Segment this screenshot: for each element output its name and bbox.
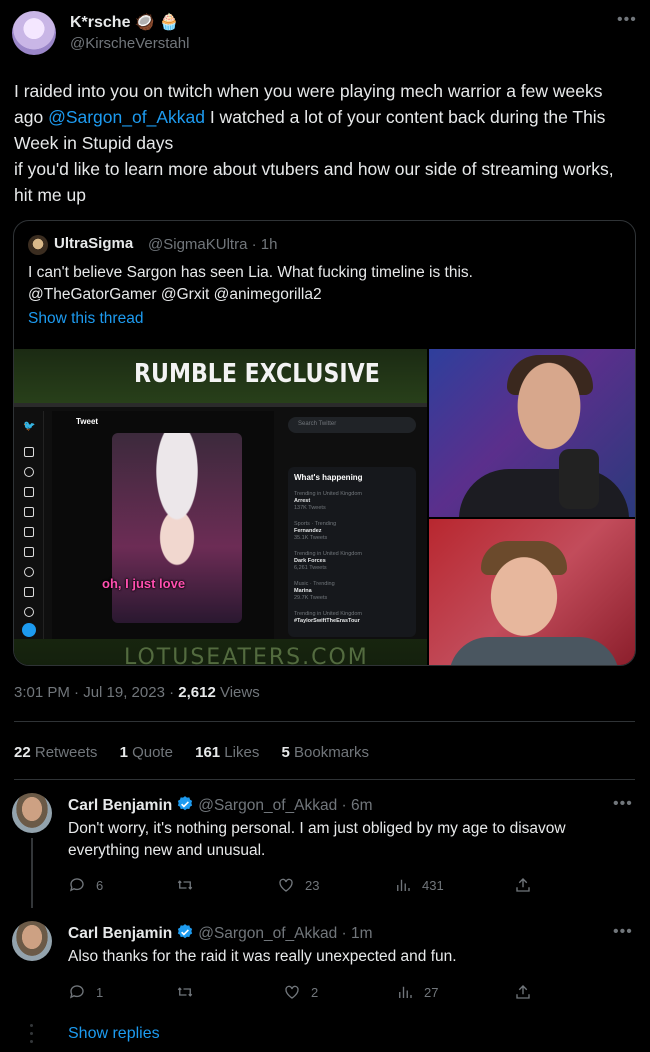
- tweet-meta: 3:01 PM · Jul 19, 2023 · 2,612 Views: [14, 684, 260, 701]
- verified-badge-icon: [178, 796, 193, 811]
- guest-photo: [429, 519, 635, 665]
- comment-icon: [69, 878, 84, 892]
- heart-icon: [285, 985, 299, 999]
- divider: [14, 779, 635, 780]
- author-handle[interactable]: @KirscheVerstahl: [70, 35, 189, 52]
- like-button[interactable]: 2: [283, 983, 318, 1001]
- tweet-text-part: if you'd like to learn more about vtuber…: [14, 159, 614, 205]
- quoted-media[interactable]: RUMBLE EXCLUSIVE 🐦 Tweet oh, I just love…: [14, 349, 635, 666]
- trend-item: Trending in United Kingdom Arrest 137K Twe…: [294, 491, 362, 511]
- quoted-text-line: I can't believe Sargon has seen Lia. Wha…: [28, 264, 473, 281]
- lotus-eaters-watermark: LOTUSEATERS.COM: [124, 645, 369, 666]
- thread-dot: [30, 1040, 33, 1043]
- retweet-button[interactable]: [176, 876, 194, 894]
- trend-item: Sports · Trending Fernandez 35.1K Tweets: [294, 521, 337, 541]
- comment-icon: [69, 985, 84, 999]
- reply-author[interactable]: Carl Benjamin @Sargon_of_Akkad · 6m: [68, 795, 373, 815]
- compose-icon: [22, 623, 36, 637]
- mail-icon: [24, 507, 34, 517]
- analytics-icon: [399, 986, 412, 998]
- share-button[interactable]: [514, 876, 532, 894]
- show-replies-link[interactable]: Show replies: [68, 1025, 160, 1043]
- quoted-author-avatar: [28, 235, 48, 255]
- likes-stat[interactable]: 161 Likes: [195, 744, 259, 761]
- browser-screenshot: 🐦 Tweet oh, I just love Search Twitter W…: [14, 403, 427, 639]
- profile-icon: [24, 587, 34, 597]
- views-label: Views: [215, 684, 260, 701]
- stream-screenshot: RUMBLE EXCLUSIVE 🐦 Tweet oh, I just love…: [14, 349, 427, 666]
- like-button[interactable]: 23: [277, 876, 319, 894]
- home-icon: [24, 447, 34, 457]
- tweet-column-title: Tweet: [76, 417, 99, 426]
- quoted-author-handle: @SigmaKUltra · 1h: [148, 236, 278, 253]
- rumble-banner: RUMBLE EXCLUSIVE: [134, 359, 380, 389]
- share-icon: [516, 878, 530, 892]
- reply-author[interactable]: Carl Benjamin @Sargon_of_Akkad · 1m: [68, 923, 373, 943]
- mention-link[interactable]: @Sargon_of_Akkad: [48, 107, 205, 127]
- retweets-stat[interactable]: 22 Retweets: [14, 744, 97, 761]
- reply-avatar[interactable]: [12, 921, 52, 961]
- carl-benjamin-photo: [429, 349, 635, 517]
- trend-item: Trending in United Kingdom #TaylorSwiftTh…: [294, 611, 362, 624]
- more-options-icon[interactable]: •••: [617, 11, 637, 29]
- views-button[interactable]: 27: [396, 983, 438, 1001]
- retweet-icon: [177, 987, 193, 997]
- share-icon: [516, 985, 530, 999]
- engagement-stats: 22 Retweets 1 Quote 161 Likes 5 Bookmark…: [14, 744, 387, 761]
- views-button[interactable]: 431: [394, 876, 444, 894]
- trend-search-box: Search Twitter: [288, 417, 416, 433]
- trends-panel: Search Twitter What's happening Trending…: [280, 411, 425, 639]
- vtuber-model: [112, 433, 242, 623]
- thread-line: [31, 838, 33, 908]
- thread-dot: [30, 1024, 33, 1027]
- trend-item: Trending in United Kingdom Dark Forces 6,2…: [294, 551, 362, 571]
- author-display-name[interactable]: K*rsche 🥥 🧁: [70, 12, 179, 32]
- stream-caption: oh, I just love: [102, 576, 186, 591]
- heart-icon: [279, 878, 293, 892]
- bird-icon: 🐦: [23, 421, 36, 432]
- retweet-icon: [177, 880, 193, 890]
- list-icon: [24, 527, 34, 537]
- thread-dot: [30, 1032, 33, 1035]
- more-options-icon[interactable]: •••: [613, 795, 633, 813]
- trend-item: Music · Trending Marina 29.7K Tweets: [294, 581, 335, 601]
- analytics-icon: [397, 879, 410, 891]
- twitter-sidebar: 🐦: [14, 411, 44, 639]
- share-button[interactable]: [514, 983, 532, 1001]
- quoted-author-name: UltraSigma: [54, 235, 134, 252]
- quoted-tweet-text: I can't believe Sargon has seen Lia. Wha…: [28, 262, 623, 306]
- views-count: 2,612: [178, 684, 216, 701]
- tweet-column: Tweet oh, I just love: [52, 411, 274, 639]
- reply-avatar[interactable]: [12, 793, 52, 833]
- people-icon: [24, 547, 34, 557]
- bell-icon: [24, 487, 34, 497]
- quotes-stat[interactable]: 1 Quote: [120, 744, 173, 761]
- quoted-text-line: @TheGatorGamer @Grxit @animegorilla2: [28, 286, 322, 303]
- trends-title: What's happening: [294, 473, 363, 482]
- quoted-tweet-card[interactable]: UltraSigma @SigmaKUltra · 1h I can't bel…: [13, 220, 636, 666]
- whats-happening-box: What's happening Trending in United King…: [288, 467, 416, 637]
- reply-button[interactable]: 1: [68, 983, 103, 1001]
- reply-text: Don't worry, it's nothing personal. I am…: [68, 820, 566, 859]
- tweet-text: I raided into you on twitch when you wer…: [14, 78, 634, 208]
- reply-button[interactable]: 6: [68, 876, 103, 894]
- more-options-icon[interactable]: •••: [613, 923, 633, 941]
- retweet-button[interactable]: [176, 983, 194, 1001]
- verified-badge-icon: [178, 924, 193, 939]
- more-circle-icon: [24, 607, 34, 617]
- bookmarks-stat[interactable]: 5 Bookmarks: [282, 744, 370, 761]
- author-avatar[interactable]: [12, 11, 56, 55]
- reply-text: Also thanks for the raid it was really u…: [68, 948, 457, 965]
- verified-icon: [24, 567, 34, 577]
- search-icon: [24, 467, 34, 477]
- timestamp[interactable]: 3:01 PM · Jul 19, 2023 ·: [14, 684, 178, 701]
- divider: [14, 721, 635, 722]
- show-thread-link[interactable]: Show this thread: [28, 310, 143, 328]
